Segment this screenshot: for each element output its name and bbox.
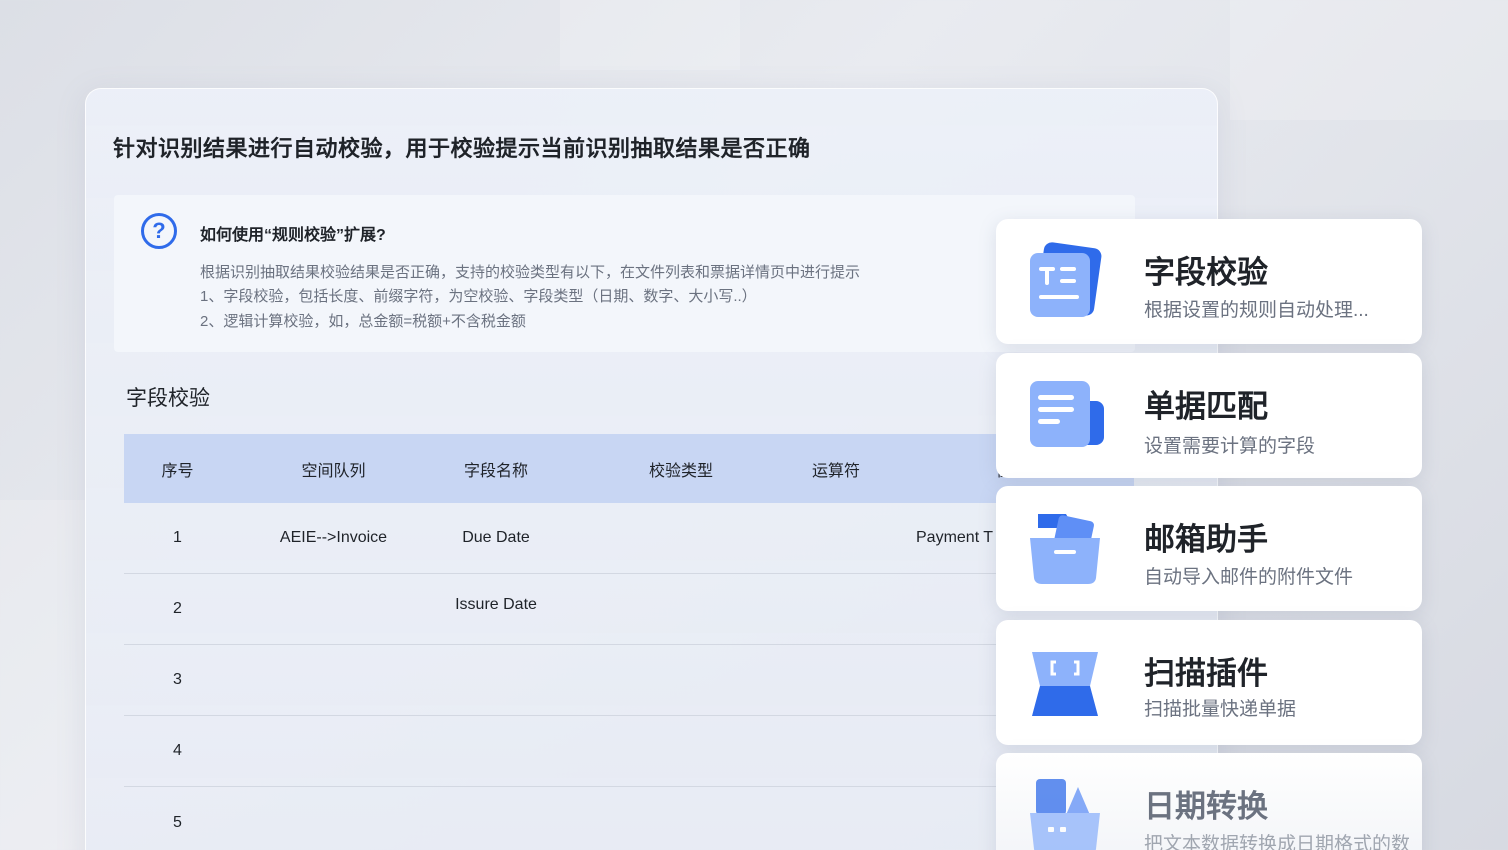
column-header-operator[interactable]: 运算符	[806, 457, 866, 481]
feature-title: 单据匹配	[1144, 389, 1268, 424]
table-row[interactable]: 2 Issure Date	[124, 574, 1134, 645]
feature-card-date-convert[interactable]: 日期转换 把文本数据转换成日期格式的数	[996, 753, 1422, 850]
question-icon: ?	[141, 213, 177, 249]
cell-field-name: Due Date	[462, 529, 530, 546]
mailbox-icon	[1030, 514, 1100, 584]
feature-card-field-check[interactable]: 字段校验 根据设置的规则自动处理...	[996, 219, 1422, 344]
help-line: 1、字段校验，包括长度、前缀字符，为空校验、字段类型（日期、数字、大小写..）	[200, 288, 757, 305]
table-row[interactable]: 1 AEIE-->Invoice Due Date Payment T	[124, 503, 1134, 574]
document-match-icon	[1030, 381, 1104, 447]
cell-index: 1	[173, 529, 182, 546]
table-row[interactable]: 4	[124, 716, 1134, 787]
feature-title: 字段校验	[1144, 255, 1268, 290]
date-convert-icon	[1030, 779, 1100, 850]
cell-queue: AEIE-->Invoice	[279, 529, 388, 546]
scanner-icon	[1032, 652, 1098, 716]
help-title: 如何使用“规则校验”扩展?	[200, 227, 386, 244]
column-header-check-type[interactable]: 校验类型	[556, 457, 806, 481]
feature-title: 扫描插件	[1144, 656, 1268, 691]
help-box: ? 如何使用“规则校验”扩展? 根据识别抽取结果校验结果是否正确，支持的校验类型…	[114, 195, 1135, 352]
feature-card-document-match[interactable]: 单据匹配 设置需要计算的字段	[996, 353, 1422, 478]
cell-index: 5	[173, 813, 182, 831]
cell-index: 2	[173, 600, 182, 617]
feature-desc: 根据设置的规则自动处理...	[1144, 300, 1369, 321]
section-title: 字段校验	[126, 387, 210, 410]
help-line: 根据识别抽取结果校验结果是否正确，支持的校验类型有以下，在文件列表和票据详情页中…	[200, 264, 861, 281]
cell-field-name: Issure Date	[455, 596, 537, 613]
table-row[interactable]: 3	[124, 645, 1134, 716]
feature-card-scanner[interactable]: 扫描插件 扫描批量快递单据	[996, 620, 1422, 745]
background-block	[560, 0, 740, 70]
table-row[interactable]: 5	[124, 787, 1134, 850]
feature-desc: 设置需要计算的字段	[1144, 436, 1316, 457]
page-title: 针对识别结果进行自动校验，用于校验提示当前识别抽取结果是否正确	[113, 136, 811, 161]
background-block	[0, 500, 85, 850]
background-block	[1230, 0, 1508, 120]
column-header-queue[interactable]: 空间队列	[231, 457, 436, 481]
table-header: 序号 空间队列 字段名称 校验类型 运算符 值	[124, 434, 1134, 503]
column-header-index[interactable]: 序号	[124, 457, 231, 481]
field-check-table: 序号 空间队列 字段名称 校验类型 运算符 值 1 AEIE-->Invoice…	[124, 434, 1134, 850]
feature-desc: 自动导入邮件的附件文件	[1144, 567, 1354, 588]
feature-desc: 把文本数据转换成日期格式的数	[1144, 834, 1411, 850]
column-header-field-name[interactable]: 字段名称	[436, 457, 556, 481]
feature-card-mailbox[interactable]: 邮箱助手 自动导入邮件的附件文件	[996, 486, 1422, 611]
text-field-icon	[1030, 242, 1102, 317]
feature-desc: 扫描批量快递单据	[1144, 699, 1297, 720]
feature-title: 邮箱助手	[1144, 522, 1268, 557]
cell-index: 3	[173, 671, 182, 688]
feature-title: 日期转换	[1144, 789, 1268, 824]
help-line: 2、逻辑计算校验，如，总金额=税额+不含税金额	[200, 313, 526, 330]
cell-index: 4	[173, 742, 182, 759]
